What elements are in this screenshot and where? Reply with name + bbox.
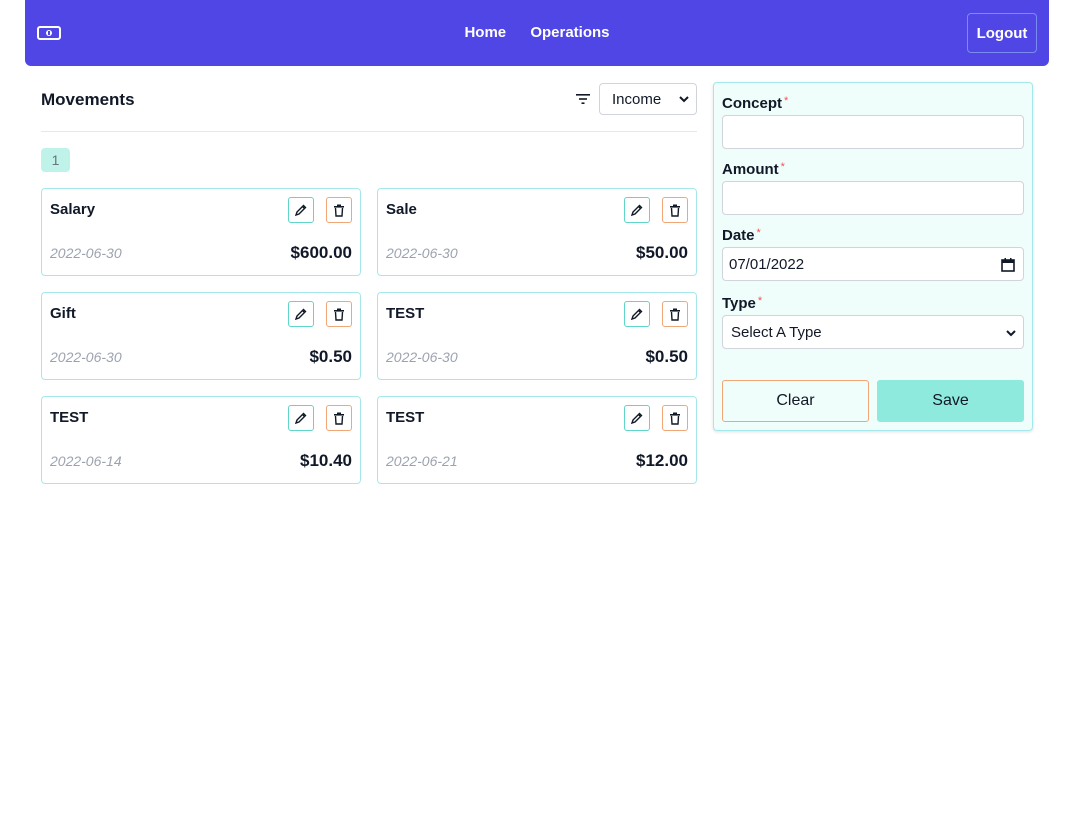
- delete-button[interactable]: [326, 301, 352, 327]
- nav-link-home[interactable]: Home: [464, 24, 506, 41]
- trash-icon: [334, 308, 344, 321]
- navbar: Home Operations Logout: [25, 0, 1049, 66]
- amount-label: Amount *: [722, 161, 785, 178]
- calendar-icon[interactable]: [1001, 258, 1015, 272]
- movement-title: Gift: [50, 305, 76, 322]
- trash-icon: [670, 308, 680, 321]
- date-label: Date *: [722, 227, 761, 244]
- pencil-icon: [295, 204, 307, 216]
- pencil-icon: [631, 204, 643, 216]
- trash-icon: [334, 204, 344, 217]
- type-select-value: Select A Type: [731, 323, 822, 341]
- required-mark: *: [757, 295, 763, 307]
- pencil-icon: [295, 308, 307, 320]
- movement-title: Sale: [386, 201, 417, 218]
- movement-title: TEST: [50, 409, 89, 426]
- nav-links: Home Operations: [25, 24, 1049, 41]
- movement-card: TEST 2022-06-30 $0.50: [377, 292, 697, 380]
- concept-label: Concept *: [722, 95, 788, 112]
- date-value: 07/01/2022: [729, 255, 805, 273]
- trash-icon: [670, 204, 680, 217]
- concept-input[interactable]: [722, 115, 1024, 149]
- required-mark: *: [780, 161, 785, 173]
- page-badge[interactable]: 1: [41, 148, 70, 172]
- movement-form: Concept * Amount * Date * 07/01/2022 Type * …: [713, 82, 1033, 431]
- delete-button[interactable]: [326, 405, 352, 431]
- movement-date: 2022-06-21: [386, 453, 458, 469]
- movement-amount: $10.40: [300, 451, 352, 470]
- divider: [41, 131, 697, 132]
- movement-date: 2022-06-30: [386, 245, 458, 261]
- concept-label-text: Concept: [722, 95, 782, 112]
- logout-button[interactable]: Logout: [967, 13, 1037, 53]
- nav-link-operations[interactable]: Operations: [530, 24, 609, 41]
- edit-button[interactable]: [624, 301, 650, 327]
- movement-date: 2022-06-30: [50, 245, 122, 261]
- delete-button[interactable]: [662, 197, 688, 223]
- delete-button[interactable]: [662, 405, 688, 431]
- pencil-icon: [631, 308, 643, 320]
- movement-amount: $0.50: [309, 347, 352, 366]
- movement-title: TEST: [386, 305, 425, 322]
- movements-title: Movements: [41, 90, 135, 109]
- edit-button[interactable]: [288, 405, 314, 431]
- date-label-text: Date: [722, 227, 755, 244]
- movement-amount: $12.00: [636, 451, 688, 470]
- save-button[interactable]: Save: [877, 380, 1024, 422]
- required-mark: *: [784, 95, 789, 107]
- pencil-icon: [295, 412, 307, 424]
- clear-button[interactable]: Clear: [722, 380, 869, 422]
- movement-date: 2022-06-14: [50, 453, 122, 469]
- chevron-down-icon: [1006, 330, 1016, 337]
- type-select[interactable]: Select A Type: [722, 315, 1024, 349]
- edit-button[interactable]: [624, 197, 650, 223]
- movement-card: TEST 2022-06-21 $12.00: [377, 396, 697, 484]
- amount-label-text: Amount: [722, 161, 779, 178]
- type-filter-select[interactable]: Income: [599, 83, 697, 115]
- delete-button[interactable]: [662, 301, 688, 327]
- edit-button[interactable]: [624, 405, 650, 431]
- movement-card: Gift 2022-06-30 $0.50: [41, 292, 361, 380]
- delete-button[interactable]: [326, 197, 352, 223]
- edit-button[interactable]: [288, 197, 314, 223]
- type-label-text: Type: [722, 295, 756, 312]
- movement-amount: $600.00: [290, 243, 352, 262]
- date-input[interactable]: 07/01/2022: [722, 247, 1024, 281]
- type-filter-value: Income: [612, 90, 662, 108]
- required-mark: *: [756, 227, 761, 239]
- movement-date: 2022-06-30: [386, 349, 458, 365]
- type-label: Type *: [722, 295, 762, 312]
- movement-date: 2022-06-30: [50, 349, 122, 365]
- chevron-down-icon: [679, 96, 689, 103]
- movement-card: Salary 2022-06-30 $600.00: [41, 188, 361, 276]
- movement-title: Salary: [50, 201, 96, 218]
- pencil-icon: [631, 412, 643, 424]
- movement-amount: $0.50: [645, 347, 688, 366]
- movement-card: Sale 2022-06-30 $50.00: [377, 188, 697, 276]
- movement-card: TEST 2022-06-14 $10.40: [41, 396, 361, 484]
- trash-icon: [334, 412, 344, 425]
- movement-title: TEST: [386, 409, 425, 426]
- edit-button[interactable]: [288, 301, 314, 327]
- trash-icon: [670, 412, 680, 425]
- movement-amount: $50.00: [636, 243, 688, 262]
- amount-input[interactable]: [722, 181, 1024, 215]
- filter-icon: [576, 94, 590, 104]
